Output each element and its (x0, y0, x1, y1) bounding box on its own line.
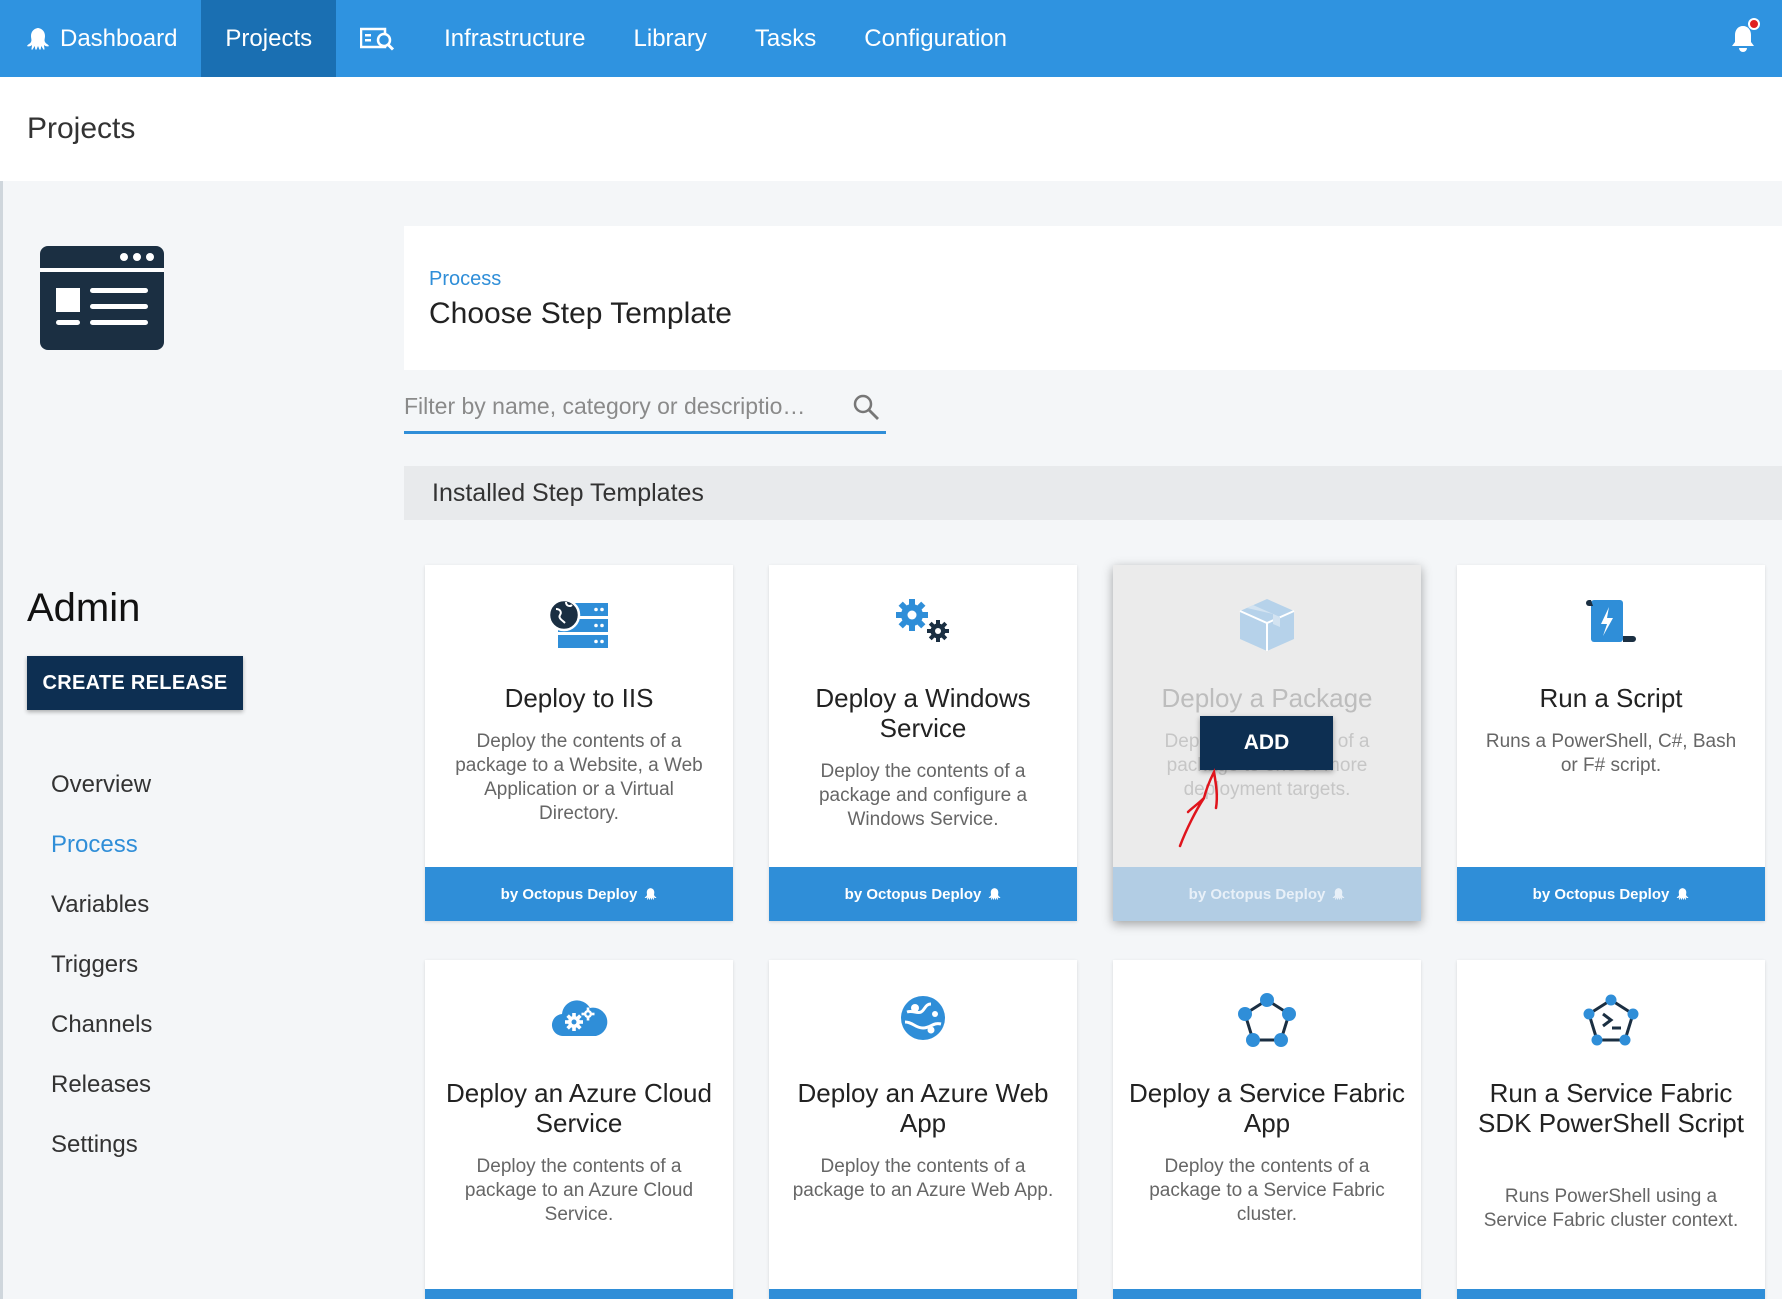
nav-dashboard-label: Dashboard (60, 24, 178, 52)
nav-tasks[interactable]: Tasks (731, 0, 840, 77)
nav-infrastructure[interactable]: Infrastructure (420, 0, 609, 77)
card-title: Run a Service Fabric SDK PowerShell Scri… (1478, 1078, 1744, 1138)
card-description: Deploy the contents of a package to a We… (455, 731, 703, 824)
octopus-logo-icon (24, 26, 50, 52)
service-fabric-icon (1113, 992, 1421, 1048)
card-deploy-azure-cloud-service[interactable]: Deploy an Azure Cloud Service Deploy the… (425, 960, 733, 1299)
card-footer-text: by Octopus Deploy (844, 885, 982, 903)
sidebar-item-releases[interactable]: Releases (51, 1055, 152, 1115)
card-title: Run a Script (1539, 683, 1683, 713)
project-name: Admin (27, 586, 141, 630)
sidebar-item-process[interactable]: Process (51, 815, 152, 875)
main-title: Choose Step Template (429, 297, 732, 330)
octopus-mini-icon (1331, 887, 1345, 901)
card-deploy-to-iis[interactable]: Deploy to IIS Deploy the contents of a p… (425, 565, 733, 921)
main-header-panel: Process Choose Step Template (404, 226, 1782, 370)
card-footer (1113, 1289, 1421, 1299)
create-release-button[interactable]: CREATE RELEASE (27, 656, 243, 710)
card-description: Runs PowerShell using a Service Fabric c… (1483, 1186, 1739, 1231)
octopus-mini-icon (1675, 887, 1689, 901)
card-footer-text: by Octopus Deploy (1532, 885, 1670, 903)
page-title: Projects (27, 112, 136, 145)
installed-templates-section: Installed Step Templates (404, 466, 1782, 520)
card-title: Deploy a Service Fabric App (1129, 1078, 1405, 1138)
nav-search-icon[interactable] (336, 0, 420, 77)
card-footer: by Octopus Deploy (1457, 867, 1765, 921)
sidebar-item-overview[interactable]: Overview (51, 755, 152, 815)
card-run-service-fabric-sdk-script[interactable]: Run a Service Fabric SDK PowerShell Scri… (1457, 960, 1765, 1299)
notification-dot (1748, 18, 1760, 30)
azure-globe-icon (769, 994, 1077, 1042)
nav-projects[interactable]: Projects (201, 0, 337, 77)
sidebar-item-settings[interactable]: Settings (51, 1115, 152, 1175)
card-footer-text: by Octopus Deploy (1188, 885, 1326, 903)
card-description: Deploy the contents of a package to an A… (792, 1156, 1054, 1201)
search-icon (852, 393, 880, 421)
project-logo-icon (40, 246, 164, 355)
iis-server-icon (425, 597, 733, 653)
card-description: Deploy the contents of a package to a Se… (1149, 1156, 1385, 1225)
card-footer: by Octopus Deploy (425, 867, 733, 921)
card-footer-text: by Octopus Deploy (500, 885, 638, 903)
card-description: Deploy the contents of a package to an A… (464, 1156, 694, 1225)
sidebar-item-triggers[interactable]: Triggers (51, 935, 152, 995)
gears-icon (769, 597, 1077, 645)
card-deploy-service-fabric-app[interactable]: Deploy a Service Fabric App Deploy the c… (1113, 960, 1421, 1299)
top-nav: Dashboard Projects Infrastructure Librar… (0, 0, 1782, 77)
card-description: Runs a PowerShell, C#, Bash or F# script… (1485, 731, 1737, 776)
nav-library[interactable]: Library (610, 0, 731, 77)
card-title: Deploy a Package (1161, 683, 1373, 713)
card-footer: by Octopus Deploy (769, 867, 1077, 921)
notification-bell-icon[interactable] (1704, 0, 1782, 77)
card-footer: by Octopus Deploy (1113, 867, 1421, 921)
filter-input[interactable] (404, 393, 852, 420)
card-title: Deploy an Azure Web App (797, 1078, 1049, 1138)
filter-field (404, 382, 886, 434)
nav-dashboard[interactable]: Dashboard (0, 0, 201, 77)
project-side-nav: Overview Process Variables Triggers Chan… (51, 755, 152, 1175)
card-run-script[interactable]: Run a Script Runs a PowerShell, C#, Bash… (1457, 565, 1765, 921)
octopus-mini-icon (643, 887, 657, 901)
card-title: Deploy an Azure Cloud Service (446, 1078, 712, 1138)
page-header: Projects (0, 77, 1782, 181)
card-footer (425, 1289, 733, 1299)
card-deploy-package[interactable]: Deploy a Package Deploy the contents of … (1113, 565, 1421, 921)
sidebar-item-channels[interactable]: Channels (51, 995, 152, 1055)
azure-cloud-gears-icon (425, 996, 733, 1042)
card-footer (1457, 1289, 1765, 1299)
card-deploy-windows-service[interactable]: Deploy a Windows Service Deploy the cont… (769, 565, 1077, 921)
card-title: Deploy to IIS (504, 683, 654, 713)
sidebar-item-variables[interactable]: Variables (51, 875, 152, 935)
script-scroll-icon (1457, 597, 1765, 647)
card-deploy-azure-web-app[interactable]: Deploy an Azure Web App Deploy the conte… (769, 960, 1077, 1299)
package-box-icon (1113, 597, 1421, 653)
service-fabric-powershell-icon (1457, 992, 1765, 1048)
nav-configuration[interactable]: Configuration (840, 0, 1031, 77)
card-footer (769, 1289, 1077, 1299)
project-sidebar: Admin CREATE RELEASE Overview Process Va… (0, 181, 380, 1299)
card-title: Deploy a Windows Service (815, 683, 1031, 743)
section-title: Installed Step Templates (432, 478, 704, 507)
annotation-arrow-icon (1176, 760, 1246, 855)
octopus-mini-icon (987, 887, 1001, 901)
card-description: Deploy the contents of a package and con… (818, 761, 1028, 830)
breadcrumb-process[interactable]: Process (429, 268, 1782, 291)
